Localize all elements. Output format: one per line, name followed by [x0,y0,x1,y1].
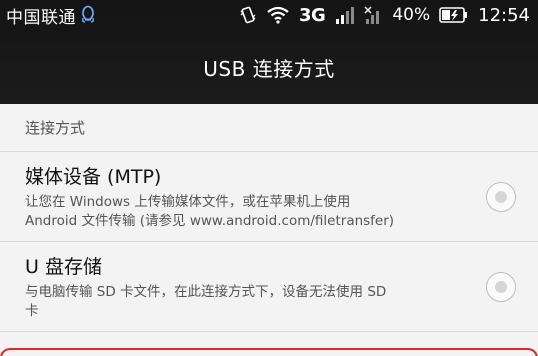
signal-strength-icon-2 [363,5,383,25]
status-left: 中国联通 [6,3,96,28]
signal-strength-icon-1 [334,5,355,25]
vibrate-icon [239,5,257,25]
option-title: 媒体设备 (MTP) [25,166,162,188]
wifi-icon [266,6,290,24]
network-type-label: 3G [299,4,326,26]
option-title: U 盘存储 [25,256,102,278]
usb-connection-settings: 连接方式 媒体设备 (MTP) 让您在 Windows 上传输媒体文件，或在苹果… [0,104,538,356]
radio-button[interactable] [486,181,516,212]
option-usb-storage[interactable]: U 盘存储 与电脑传输 SD 卡文件，在此连接方式下，设备无法使用 SD 卡 [0,242,538,332]
status-bar: 中国联通 3G 40% 12:54 [0,0,538,30]
radio-button[interactable] [486,271,516,302]
qq-notification-icon [80,5,96,25]
radio-dot [495,280,507,293]
option-mtp[interactable]: 媒体设备 (MTP) 让您在 Windows 上传输媒体文件，或在苹果机上使用 … [0,152,538,242]
top-bar: 中国联通 3G 40% 12:54 USB 连接方式 [0,0,538,104]
section-header: 连接方式 [0,104,538,152]
highlighted-option-outline [0,348,538,356]
radio-dot [495,190,507,203]
battery-percent: 40% [392,5,431,25]
option-description-line-1: 与电脑传输 SD 卡文件，在此连接方式下，设备无法使用 SD [25,284,387,300]
page-title: USB 连接方式 [203,56,335,81]
option-description-line-2: 卡 [25,303,39,319]
battery-charging-icon [439,6,469,24]
option-description-line-1: 让您在 Windows 上传输媒体文件，或在苹果机上使用 [25,194,351,210]
status-right: 3G 40% 12:54 [239,5,530,26]
clock: 12:54 [478,4,530,26]
app-bar: USB 连接方式 [0,30,538,104]
carrier-name: 中国联通 [6,7,76,28]
option-description-line-2: Android 文件传输 (请参见 www.android.com/filetr… [25,213,395,229]
